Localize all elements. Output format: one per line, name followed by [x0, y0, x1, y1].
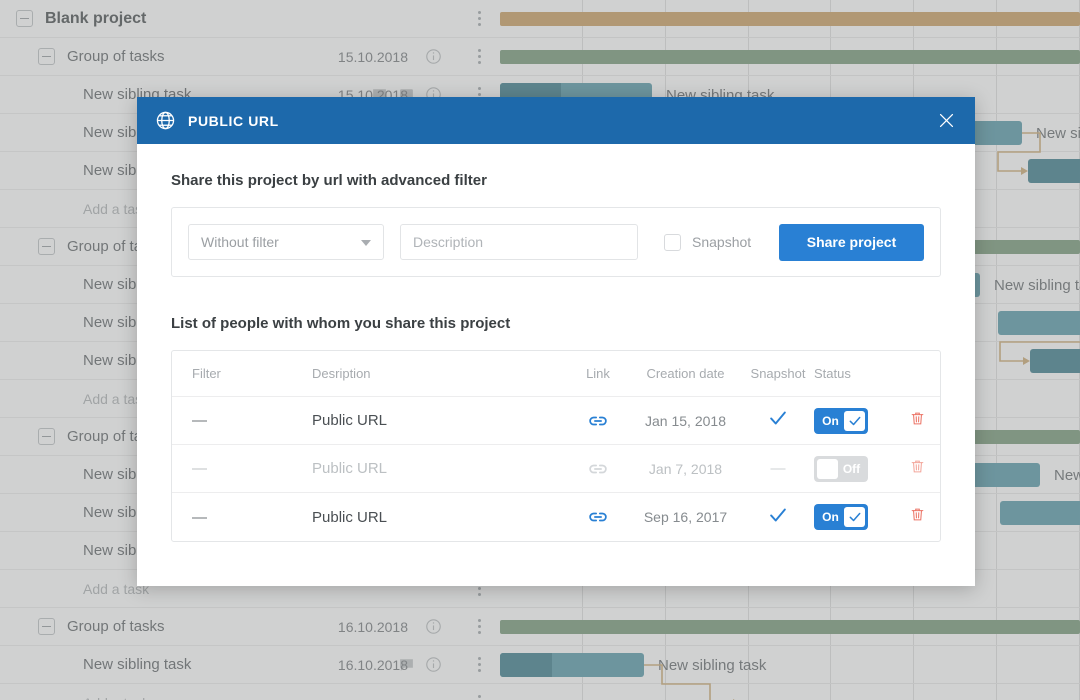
table-row[interactable]: — Public URL Sep 16, 2017 On: [172, 493, 940, 541]
status-toggle-label: On: [822, 413, 839, 428]
cell-snapshot: —: [742, 460, 814, 477]
cell-snapshot: [742, 504, 814, 531]
status-toggle-knob: [844, 410, 865, 431]
cell-creation-date: Jan 7, 2018: [648, 460, 723, 477]
trash-icon[interactable]: [909, 506, 926, 528]
cell-filter: —: [192, 412, 207, 429]
status-toggle[interactable]: On: [814, 504, 868, 530]
delete-row-button[interactable]: [894, 506, 940, 528]
table-header-row: Filter Desription Link Creation date Sna…: [172, 351, 940, 397]
snapshot-check-icon: [767, 504, 789, 531]
col-header-link: Link: [586, 366, 610, 381]
cell-description: Public URL: [312, 412, 388, 429]
cell-status: On: [814, 407, 894, 434]
cell-snapshot: [742, 407, 814, 434]
col-header-status: Status: [814, 366, 851, 381]
snapshot-checkbox[interactable]: [664, 233, 681, 251]
cell-filter: —: [192, 460, 207, 477]
filter-select-value: Without filter: [201, 234, 279, 250]
cell-filter: —: [192, 508, 207, 526]
status-toggle[interactable]: Off: [814, 455, 868, 482]
cell-status: Off: [814, 455, 894, 482]
link-icon[interactable]: [567, 506, 629, 528]
share-project-button[interactable]: Share project: [779, 223, 924, 261]
status-toggle-label: Off: [842, 461, 861, 476]
dialog-header: PUBLIC URL: [137, 97, 975, 144]
trash-icon[interactable]: [909, 410, 926, 432]
gantt-app-window: Blank project Group of tasks 15.10.2018 New…: [0, 0, 1080, 700]
share-section-heading: Share this project by url with advanced …: [171, 172, 487, 189]
status-toggle-label: On: [822, 510, 839, 524]
chevron-down-icon: [361, 240, 371, 246]
cell-creation-date: Jan 15, 2018: [645, 412, 726, 429]
description-input[interactable]: [400, 224, 638, 260]
filter-select[interactable]: Without filter: [188, 224, 384, 260]
snapshot-check-icon: [767, 407, 789, 434]
globe-icon: [155, 110, 176, 131]
share-form-panel: Without filter Snapshot Share project: [171, 207, 941, 277]
snapshot-checkbox-wrap[interactable]: Snapshot: [664, 233, 752, 251]
delete-row-button[interactable]: [894, 410, 940, 432]
status-toggle[interactable]: On: [814, 407, 868, 434]
status-toggle-knob: [817, 458, 838, 479]
snapshot-label: Snapshot: [692, 234, 752, 250]
col-header-creation-date: Creation date: [646, 366, 725, 381]
table-row[interactable]: — Public URL Jan 15, 2018 On: [172, 397, 940, 445]
col-header-snapshot: Snapshot: [750, 366, 806, 381]
close-icon[interactable]: [933, 108, 959, 134]
table-body: — Public URL Jan 15, 2018 On — Public URL Jan …: [172, 397, 940, 541]
trash-icon[interactable]: [909, 458, 926, 480]
dialog-title: PUBLIC URL: [188, 112, 279, 129]
table-row[interactable]: — Public URL Jan 7, 2018 — Off: [172, 445, 940, 493]
public-url-dialog: PUBLIC URL Share this project by url wit…: [137, 97, 975, 586]
delete-row-button[interactable]: [894, 458, 940, 480]
cell-description: Public URL: [312, 460, 388, 477]
snapshot-dash: —: [770, 460, 786, 477]
list-section-heading: List of people with whom you share this …: [171, 315, 511, 332]
shared-links-table: Filter Desription Link Creation date Sna…: [171, 350, 941, 542]
link-icon[interactable]: [567, 410, 629, 432]
col-header-filter: Filter: [192, 366, 221, 381]
link-icon[interactable]: [567, 458, 629, 480]
dialog-body: Share this project by url with advanced …: [137, 144, 975, 542]
cell-status: On: [814, 504, 894, 530]
cell-creation-date: Sep 16, 2017: [643, 509, 728, 525]
status-toggle-knob: [844, 507, 865, 527]
col-header-description: Desription: [312, 366, 371, 381]
cell-description: Public URL: [312, 508, 388, 526]
